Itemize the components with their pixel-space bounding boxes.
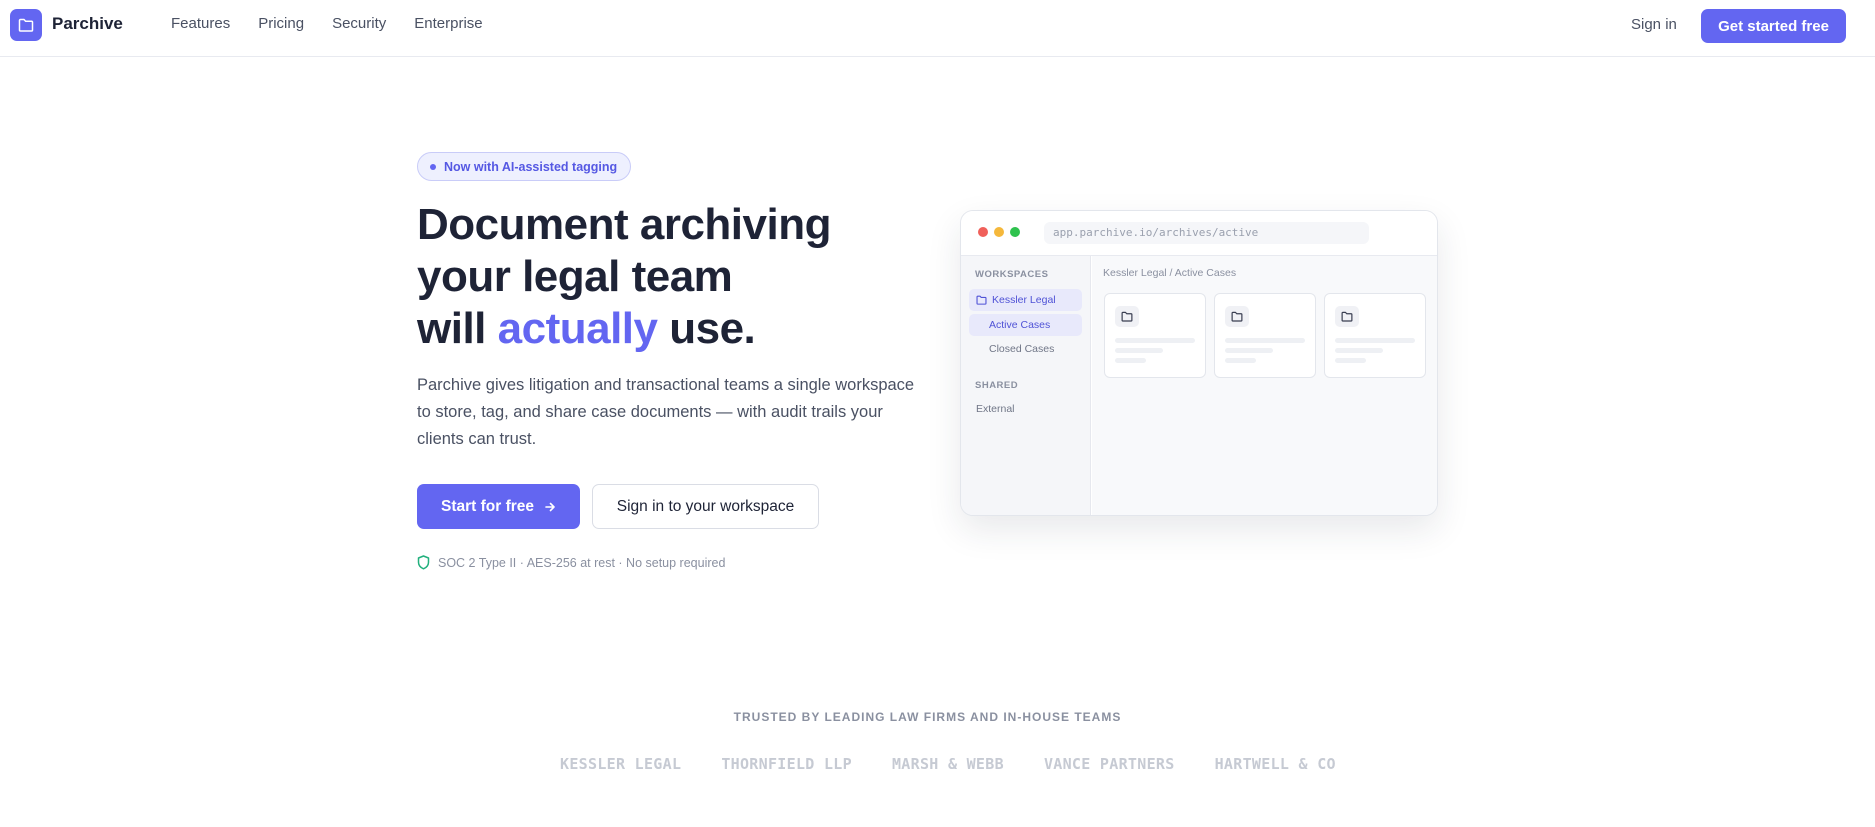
skeleton-line bbox=[1225, 348, 1273, 353]
firm-logos: KESSLER LEGAL THORNFIELD LLP MARSH & WEB… bbox=[560, 755, 1336, 773]
nav-link-security[interactable]: Security bbox=[332, 15, 386, 32]
trust-text: SOC 2 Type II · AES-256 at rest · No set… bbox=[438, 555, 726, 570]
preview-sidebar: WORKSPACES Kessler Legal Active Cases Cl… bbox=[961, 256, 1091, 515]
firm-logo: THORNFIELD LLP bbox=[721, 755, 852, 773]
top-nav: Parchive Features Pricing Security Enter… bbox=[0, 0, 1875, 57]
folder-card bbox=[1104, 293, 1206, 378]
hero-headline: Document archiving your legal team will … bbox=[417, 199, 831, 355]
skeleton-line bbox=[1335, 338, 1415, 343]
window-close-dot bbox=[978, 227, 988, 237]
signin-link[interactable]: Sign in bbox=[1631, 16, 1677, 33]
sidebar-item-closed-cases: Closed Cases bbox=[989, 343, 1055, 355]
signin-workspace-button[interactable]: Sign in to your workspace bbox=[592, 484, 819, 529]
preview-breadcrumb: Kessler Legal / Active Cases bbox=[1103, 267, 1237, 279]
logo-mark[interactable] bbox=[10, 9, 42, 41]
nav-link-enterprise[interactable]: Enterprise bbox=[414, 15, 482, 32]
folder-icon bbox=[18, 18, 34, 32]
headline-accent: actually bbox=[497, 304, 658, 353]
folder-card-icon bbox=[1115, 306, 1139, 327]
folder-icon bbox=[1231, 311, 1243, 322]
folder-card-icon bbox=[1225, 306, 1249, 327]
skeleton-line bbox=[1335, 358, 1366, 363]
start-free-label: Start for free bbox=[440, 497, 535, 515]
skeleton-line bbox=[1335, 348, 1383, 353]
workspace-name: Kessler Legal bbox=[992, 294, 1056, 306]
headline-line-3-post: use. bbox=[657, 304, 756, 353]
folder-card bbox=[1214, 293, 1316, 378]
skeleton-line bbox=[1115, 358, 1146, 363]
trust-line: SOC 2 Type II · AES-256 at rest · No set… bbox=[417, 555, 725, 570]
firm-logo: MARSH & WEBB bbox=[891, 755, 1004, 773]
sidebar-item-external: External bbox=[976, 403, 1015, 415]
preview-main: Kessler Legal / Active Cases bbox=[1092, 256, 1437, 515]
folder-icon bbox=[1121, 311, 1133, 322]
nav-link-features[interactable]: Features bbox=[171, 15, 230, 32]
nav-links: Features Pricing Security Enterprise bbox=[171, 15, 483, 32]
get-started-button[interactable]: Get started free bbox=[1701, 9, 1846, 43]
skeleton-line bbox=[1115, 338, 1195, 343]
window-minimize-dot bbox=[994, 227, 1004, 237]
folder-card-icon bbox=[1335, 306, 1359, 327]
headline-line-1: Document archiving bbox=[417, 200, 831, 249]
sidebar-item-kessler-legal: Kessler Legal bbox=[969, 289, 1082, 311]
shared-label: SHARED bbox=[975, 380, 1019, 391]
folder-card bbox=[1324, 293, 1426, 378]
firm-logo: HARTWELL & CO bbox=[1214, 755, 1336, 773]
arrow-right-icon bbox=[545, 502, 555, 511]
workspaces-label: WORKSPACES bbox=[975, 269, 1049, 280]
shield-icon bbox=[417, 555, 430, 570]
firm-logo: VANCE PARTNERS bbox=[1043, 755, 1175, 773]
badge-dot-icon bbox=[430, 163, 436, 170]
skeleton-line bbox=[1225, 338, 1305, 343]
hero-description: Parchive gives litigation and transactio… bbox=[417, 376, 915, 448]
url-bar: app.parchive.io/archives/active bbox=[1044, 222, 1369, 244]
app-preview-window: app.parchive.io/archives/active WORKSPAC… bbox=[960, 210, 1438, 516]
brand-name[interactable]: Parchive bbox=[52, 14, 123, 34]
nav-link-pricing[interactable]: Pricing bbox=[258, 15, 304, 32]
window-titlebar: app.parchive.io/archives/active bbox=[961, 211, 1437, 256]
headline-line-3-pre: will bbox=[417, 304, 498, 353]
firm-logo: KESSLER LEGAL bbox=[560, 755, 682, 773]
window-maximize-dot bbox=[1010, 227, 1020, 237]
badge-label: Now with AI-assisted tagging bbox=[444, 159, 618, 174]
skeleton-line bbox=[1225, 358, 1256, 363]
folder-icon bbox=[976, 295, 987, 305]
announcement-badge[interactable]: Now with AI-assisted tagging bbox=[417, 152, 632, 181]
headline-line-2: your legal team bbox=[417, 252, 733, 301]
sidebar-item-active-cases: Active Cases bbox=[969, 314, 1082, 336]
trusted-by-label: TRUSTED BY LEADING LAW FIRMS AND IN-HOUS… bbox=[733, 710, 1122, 724]
folder-icon bbox=[1341, 311, 1353, 322]
skeleton-line bbox=[1115, 348, 1163, 353]
start-free-button[interactable]: Start for free bbox=[417, 484, 580, 529]
